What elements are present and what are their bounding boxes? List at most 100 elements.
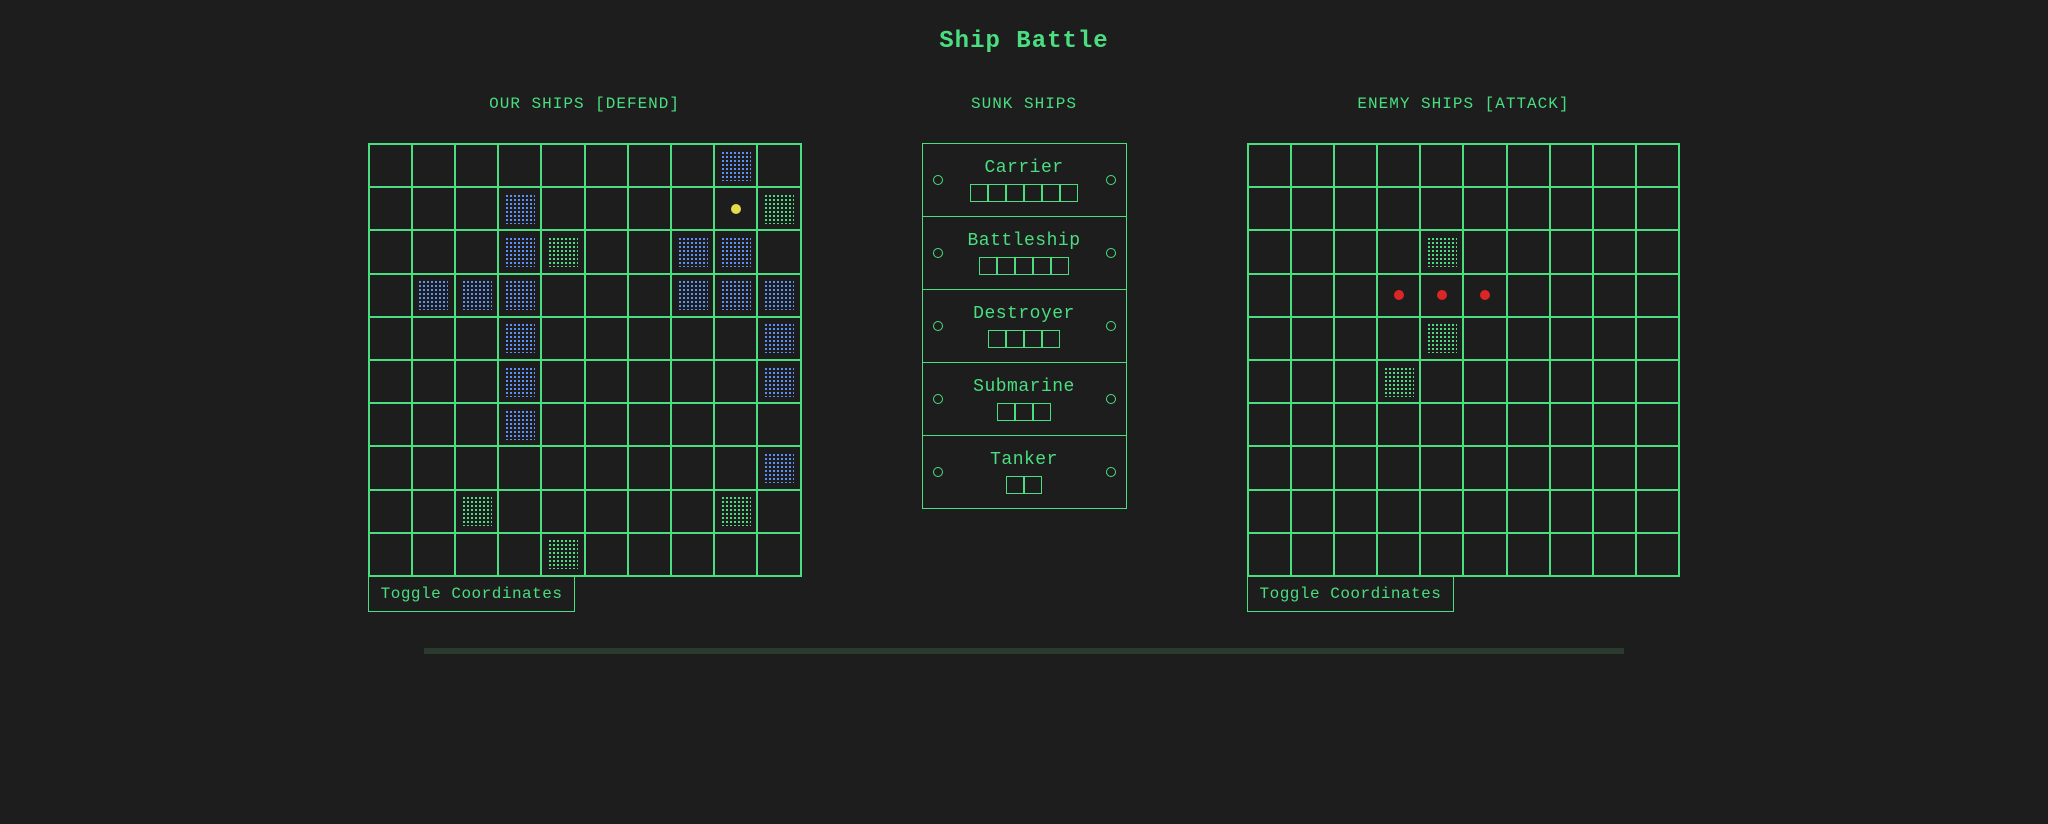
attack-cell[interactable] — [1377, 274, 1420, 317]
radio-icon[interactable] — [933, 394, 943, 404]
attack-cell[interactable] — [1593, 446, 1636, 489]
attack-cell[interactable] — [1507, 490, 1550, 533]
attack-cell[interactable] — [1291, 490, 1334, 533]
attack-cell[interactable] — [1636, 446, 1679, 489]
attack-cell[interactable] — [1636, 274, 1679, 317]
attack-cell[interactable] — [1291, 230, 1334, 273]
attack-cell[interactable] — [1420, 187, 1463, 230]
attack-cell[interactable] — [1593, 490, 1636, 533]
attack-cell[interactable] — [1420, 533, 1463, 576]
attack-cell[interactable] — [1248, 490, 1291, 533]
attack-cell[interactable] — [1463, 360, 1506, 403]
attack-cell[interactable] — [1420, 490, 1463, 533]
toggle-coords-attack[interactable]: Toggle Coordinates — [1247, 577, 1455, 612]
attack-cell[interactable] — [1550, 360, 1593, 403]
attack-cell[interactable] — [1334, 490, 1377, 533]
attack-cell[interactable] — [1507, 360, 1550, 403]
attack-cell[interactable] — [1291, 446, 1334, 489]
attack-cell[interactable] — [1463, 187, 1506, 230]
attack-cell[interactable] — [1248, 317, 1291, 360]
attack-cell[interactable] — [1593, 403, 1636, 446]
attack-cell[interactable] — [1377, 317, 1420, 360]
attack-cell[interactable] — [1636, 490, 1679, 533]
attack-cell[interactable] — [1463, 446, 1506, 489]
attack-cell[interactable] — [1593, 144, 1636, 187]
attack-cell[interactable] — [1248, 274, 1291, 317]
attack-cell[interactable] — [1248, 144, 1291, 187]
attack-cell[interactable] — [1507, 317, 1550, 360]
radio-icon[interactable] — [1106, 248, 1116, 258]
attack-cell[interactable] — [1420, 360, 1463, 403]
attack-cell[interactable] — [1550, 317, 1593, 360]
attack-cell[interactable] — [1593, 317, 1636, 360]
toggle-coords-defend[interactable]: Toggle Coordinates — [368, 577, 576, 612]
attack-cell[interactable] — [1334, 187, 1377, 230]
attack-cell[interactable] — [1248, 533, 1291, 576]
attack-cell[interactable] — [1463, 317, 1506, 360]
attack-cell[interactable] — [1420, 274, 1463, 317]
attack-cell[interactable] — [1507, 533, 1550, 576]
attack-cell[interactable] — [1377, 490, 1420, 533]
attack-cell[interactable] — [1550, 533, 1593, 576]
attack-cell[interactable] — [1550, 274, 1593, 317]
attack-cell[interactable] — [1291, 274, 1334, 317]
attack-cell[interactable] — [1334, 446, 1377, 489]
attack-cell[interactable] — [1334, 230, 1377, 273]
attack-cell[interactable] — [1377, 187, 1420, 230]
attack-cell[interactable] — [1291, 360, 1334, 403]
attack-cell[interactable] — [1507, 403, 1550, 446]
radio-icon[interactable] — [933, 248, 943, 258]
attack-cell[interactable] — [1334, 274, 1377, 317]
radio-icon[interactable] — [1106, 321, 1116, 331]
radio-icon[interactable] — [933, 321, 943, 331]
attack-cell[interactable] — [1334, 403, 1377, 446]
attack-cell[interactable] — [1550, 403, 1593, 446]
attack-cell[interactable] — [1636, 360, 1679, 403]
attack-cell[interactable] — [1248, 403, 1291, 446]
attack-cell[interactable] — [1334, 533, 1377, 576]
radio-icon[interactable] — [1106, 175, 1116, 185]
attack-cell[interactable] — [1550, 187, 1593, 230]
attack-cell[interactable] — [1636, 144, 1679, 187]
attack-cell[interactable] — [1377, 446, 1420, 489]
attack-cell[interactable] — [1507, 446, 1550, 489]
attack-cell[interactable] — [1248, 230, 1291, 273]
attack-cell[interactable] — [1550, 490, 1593, 533]
radio-icon[interactable] — [1106, 394, 1116, 404]
attack-cell[interactable] — [1463, 144, 1506, 187]
attack-cell[interactable] — [1507, 230, 1550, 273]
attack-cell[interactable] — [1507, 144, 1550, 187]
attack-cell[interactable] — [1420, 317, 1463, 360]
attack-cell[interactable] — [1593, 533, 1636, 576]
attack-cell[interactable] — [1248, 360, 1291, 403]
attack-cell[interactable] — [1550, 446, 1593, 489]
attack-cell[interactable] — [1377, 533, 1420, 576]
attack-cell[interactable] — [1593, 187, 1636, 230]
attack-cell[interactable] — [1377, 230, 1420, 273]
attack-cell[interactable] — [1291, 187, 1334, 230]
attack-cell[interactable] — [1377, 144, 1420, 187]
attack-cell[interactable] — [1636, 230, 1679, 273]
attack-cell[interactable] — [1420, 403, 1463, 446]
attack-cell[interactable] — [1463, 274, 1506, 317]
attack-cell[interactable] — [1636, 403, 1679, 446]
attack-cell[interactable] — [1377, 403, 1420, 446]
attack-cell[interactable] — [1463, 230, 1506, 273]
attack-cell[interactable] — [1291, 533, 1334, 576]
radio-icon[interactable] — [1106, 467, 1116, 477]
attack-cell[interactable] — [1507, 187, 1550, 230]
attack-cell[interactable] — [1636, 187, 1679, 230]
attack-cell[interactable] — [1334, 317, 1377, 360]
attack-cell[interactable] — [1593, 230, 1636, 273]
attack-cell[interactable] — [1291, 403, 1334, 446]
attack-cell[interactable] — [1636, 533, 1679, 576]
radio-icon[interactable] — [933, 175, 943, 185]
attack-cell[interactable] — [1463, 533, 1506, 576]
attack-cell[interactable] — [1550, 230, 1593, 273]
attack-cell[interactable] — [1248, 446, 1291, 489]
attack-cell[interactable] — [1291, 144, 1334, 187]
attack-cell[interactable] — [1377, 360, 1420, 403]
attack-cell[interactable] — [1550, 144, 1593, 187]
attack-cell[interactable] — [1463, 490, 1506, 533]
attack-cell[interactable] — [1334, 144, 1377, 187]
